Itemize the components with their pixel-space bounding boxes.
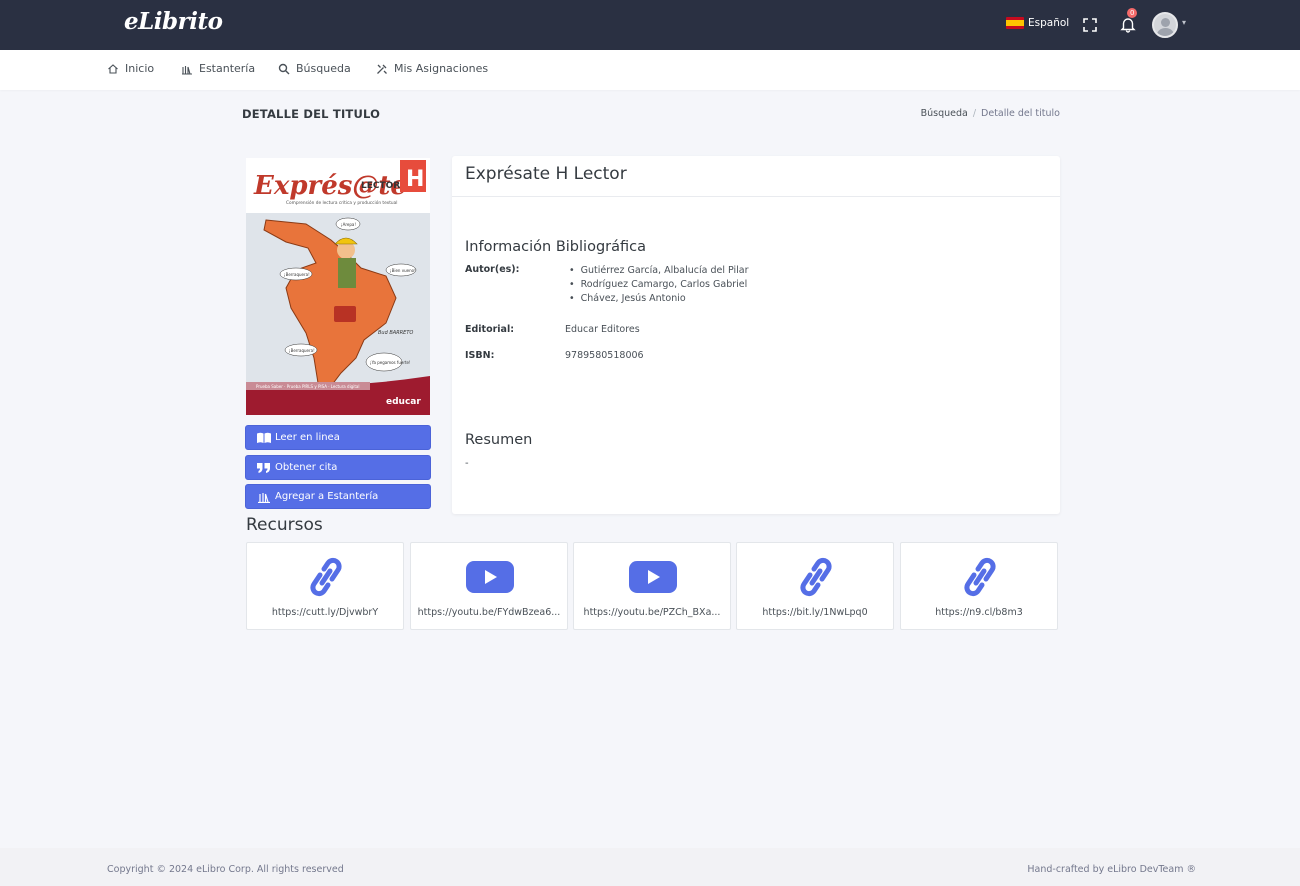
link-icon (964, 557, 996, 597)
summary-heading: Resumen (465, 432, 533, 448)
resource-url[interactable]: https://youtu.be/FYdwBzea6... (417, 607, 561, 618)
main-nav: Inicio Estantería Búsqueda Mis Asignacio… (0, 50, 1300, 90)
search-icon (278, 63, 290, 74)
author-item: Gutiérrez García, Albalucía del Pilar (578, 264, 749, 278)
nav-label: Búsqueda (296, 62, 351, 75)
book-title: Exprésate H Lector (465, 164, 627, 184)
resource-card[interactable]: https://bit.ly/1NwLpq0 (736, 542, 894, 630)
credit-text: Hand-crafted by eLibro DevTeam ® (1027, 864, 1196, 875)
editorial-label: Editorial: (465, 324, 515, 335)
add-to-shelf-button[interactable]: Agregar a Estantería (245, 484, 431, 509)
breadcrumb-current: Detalle del titulo (981, 108, 1060, 119)
divider (452, 196, 1060, 197)
resource-card[interactable]: https://n9.cl/b8m3 (900, 542, 1058, 630)
resource-card[interactable]: https://cutt.ly/DjvwbrY (246, 542, 404, 630)
breadcrumb-link-busqueda[interactable]: Búsqueda (921, 108, 968, 119)
cover-bubble: ¡Arepa! (341, 222, 356, 227)
page-title: DETALLE DEL TITULO (242, 107, 381, 121)
chevron-down-icon[interactable]: ▾ (1182, 18, 1186, 27)
elibrito-logo[interactable]: eLibrito (124, 8, 223, 35)
resource-card[interactable]: https://youtu.be/PZCh_BXa... (573, 542, 731, 630)
cover-signature: Bud BARRETO (378, 330, 413, 336)
cover-bubble: ¡Bien vueno! (390, 268, 416, 273)
cover-tagline: Comprensión de lectura crítica y producc… (286, 199, 397, 206)
tools-icon (377, 64, 387, 74)
read-online-label: Leer en linea (275, 432, 340, 443)
summary-text: - (465, 458, 469, 469)
spain-flag-icon (1006, 17, 1024, 29)
educar-logo: educar (386, 397, 421, 407)
nav-label: Mis Asignaciones (394, 62, 489, 75)
add-to-shelf-label: Agregar a Estantería (275, 491, 379, 502)
breadcrumb-separator: / (972, 108, 977, 119)
fullscreen-icon[interactable] (1082, 17, 1098, 33)
cover-subtitle-lector: LECTOR (361, 181, 400, 191)
library-icon (258, 492, 270, 503)
authors-list: Gutiérrez García, Albalucía del Pilar Ro… (578, 264, 749, 307)
bibliographic-info-heading: Información Bibliográfica (465, 239, 646, 255)
library-icon (182, 65, 192, 75)
resource-url[interactable]: https://bit.ly/1NwLpq0 (743, 607, 887, 618)
link-icon (310, 557, 342, 597)
language-label: Español (1028, 17, 1070, 29)
youtube-play-icon (629, 561, 677, 593)
resource-url[interactable]: https://n9.cl/b8m3 (907, 607, 1051, 618)
breadcrumb: Búsqueda / Detalle del titulo (921, 108, 1060, 119)
book-detail-card: Exprésate H Lector Información Bibliográ… (452, 156, 1060, 514)
youtube-play-icon (466, 561, 514, 593)
resource-card[interactable]: https://youtu.be/FYdwBzea6... (410, 542, 568, 630)
home-icon (108, 63, 118, 74)
language-selector[interactable]: Español (1006, 17, 1069, 29)
resource-url[interactable]: https://youtu.be/PZCh_BXa... (580, 607, 724, 618)
link-icon (800, 557, 832, 597)
resources-heading: Recursos (246, 515, 323, 535)
author-item: Chávez, Jesús Antonio (578, 292, 749, 306)
book-cover: Exprés@te LECTOR H Comprensión de lectur… (246, 158, 430, 415)
nav-item-inicio[interactable]: Inicio (107, 62, 154, 75)
isbn-value: 9789580518006 (565, 350, 644, 361)
nav-item-estanteria[interactable]: Estantería (181, 62, 255, 75)
cover-bubble: ¡Berraquera! (289, 348, 315, 353)
nav-item-busqueda[interactable]: Búsqueda (278, 62, 351, 75)
cover-bubble: ¡Ya pegamos fuerte! (370, 360, 411, 365)
cover-level-badge: H (406, 167, 424, 192)
cover-footer-tags: Prueba Saber · Prueba PIRLS y PISA · Lec… (256, 384, 359, 389)
cover-bubble: ¡Berraquera! (284, 272, 310, 277)
get-citation-button[interactable]: Obtener cita (245, 455, 431, 480)
authors-label: Autor(es): (465, 264, 520, 275)
book-cover-art: Exprés@te LECTOR H Comprensión de lectur… (246, 158, 430, 415)
isbn-label: ISBN: (465, 350, 495, 361)
quote-icon (257, 462, 270, 473)
author-item: Rodríguez Camargo, Carlos Gabriel (578, 278, 749, 292)
bell-icon[interactable] (1119, 15, 1137, 33)
resource-url[interactable]: https://cutt.ly/DjvwbrY (253, 607, 397, 618)
read-online-button[interactable]: Leer en linea (245, 425, 431, 450)
editorial-value: Educar Editores (565, 324, 640, 335)
nav-label: Inicio (125, 62, 155, 75)
get-citation-label: Obtener cita (275, 462, 338, 473)
footer: Copyright © 2024 eLibro Corp. All rights… (0, 848, 1300, 886)
copyright-text: Copyright © 2024 eLibro Corp. All rights… (107, 864, 344, 875)
open-book-icon (257, 432, 271, 443)
topbar: eLibrito Español 0 ▾ (0, 0, 1300, 50)
nav-label: Estantería (199, 62, 256, 75)
user-avatar[interactable] (1152, 12, 1178, 38)
nav-item-mis-asignaciones[interactable]: Mis Asignaciones (376, 62, 488, 75)
